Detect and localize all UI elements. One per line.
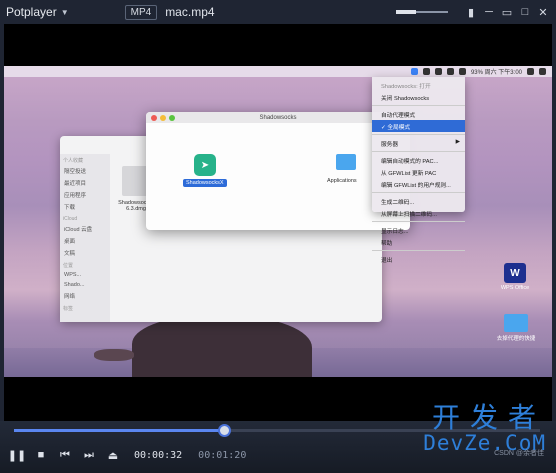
menu-separator bbox=[372, 134, 465, 135]
finder-section-head: 标签 bbox=[63, 306, 74, 312]
title-bar: Potplayer ▼ MP4 mac.mp4 ▮ ─ ▭ □ ✕ bbox=[0, 0, 556, 24]
menu-item[interactable]: 退出 bbox=[372, 253, 465, 265]
list-icon bbox=[539, 68, 546, 75]
menu-item[interactable]: 编辑 GFWList 的用户规则... bbox=[372, 178, 465, 190]
format-badge: MP4 bbox=[124, 4, 158, 20]
menu-item[interactable]: Shadowsocks: 打开 bbox=[372, 79, 465, 91]
finder-item: 桌面 bbox=[64, 239, 76, 245]
desktop-icon-wps: W WPS Office bbox=[494, 263, 536, 291]
ss-app-label: ShadowsocksX bbox=[183, 179, 227, 187]
shadowsocks-tray-icon bbox=[410, 68, 418, 75]
dmg-file-icon bbox=[122, 166, 148, 196]
finder-section-head: 位置 bbox=[63, 263, 74, 269]
mac-menubar: 93% 周六 下午3:00 bbox=[4, 66, 552, 77]
menu-item[interactable]: 从 GFWList 更新 PAC bbox=[372, 166, 465, 178]
finder-item: 应用程序 bbox=[64, 193, 87, 199]
tray-icon bbox=[422, 68, 430, 75]
folder-icon bbox=[504, 314, 528, 332]
stop-icon[interactable]: ■ bbox=[34, 449, 48, 461]
pin-icon[interactable]: ▮ bbox=[462, 3, 480, 21]
menu-separator bbox=[372, 250, 465, 251]
menu-separator bbox=[372, 105, 465, 106]
finder-sidebar: 个人收藏 隔空投送 最近项目 应用程序 下载 iCloud iCloud 云盘 … bbox=[60, 154, 110, 322]
pause-icon[interactable]: ❚❚ bbox=[8, 449, 26, 462]
finder-item: Shado... bbox=[64, 282, 85, 288]
finder-item: WPS... bbox=[64, 272, 82, 278]
video-frame[interactable]: 93% 周六 下午3:00 个人收藏 隔空投送 最近项目 应用程序 下载 iCl… bbox=[4, 66, 552, 377]
desktop-icon-folder: 去掉代理的快捷 bbox=[492, 314, 540, 342]
menubar-clock: 93% 周六 下午3:00 bbox=[470, 70, 522, 76]
menu-item[interactable]: 从屏幕上扫描二维码... bbox=[372, 207, 465, 219]
finder-item: 隔空投送 bbox=[64, 169, 87, 175]
wps-icon: W bbox=[504, 263, 526, 283]
ss-window-title: Shadowsocks bbox=[259, 114, 297, 121]
shadowsocks-dropdown-menu: Shadowsocks: 打开 关闭 Shadowsocks 自动代理模式 ✓ 全局模… bbox=[372, 77, 465, 264]
tray-icon bbox=[446, 68, 454, 75]
next-icon[interactable]: ⏭ bbox=[82, 449, 96, 462]
eject-icon[interactable]: ⏏ bbox=[106, 449, 120, 462]
shadowsocks-window: Shadowsocks ➤ ShadowsocksX Applications bbox=[146, 112, 410, 230]
previous-icon[interactable]: ⏮ bbox=[58, 449, 72, 462]
ss-titlebar: Shadowsocks bbox=[146, 112, 410, 123]
desktop-icon-label: WPS Office bbox=[500, 285, 530, 291]
menu-item[interactable]: 自动代理模式 bbox=[372, 108, 465, 120]
rock-small bbox=[94, 349, 134, 361]
playback-buttons: ❚❚ ■ ⏮ ⏭ ⏏ 00:00:32 00:01:20 bbox=[8, 447, 247, 463]
finder-item: 文稿 bbox=[64, 251, 76, 257]
menu-separator bbox=[372, 151, 465, 152]
menu-item[interactable]: 生成二维码... bbox=[372, 195, 465, 207]
seek-bar-fill bbox=[14, 429, 225, 432]
file-name: mac.mp4 bbox=[165, 5, 215, 19]
ss-folder-label: Applications bbox=[327, 178, 357, 184]
watermark: 开发者 DevZe.CoM CSDN @余者佳 bbox=[423, 401, 546, 458]
finder-section-head: iCloud bbox=[63, 216, 78, 222]
menu-item[interactable]: 显示日志... bbox=[372, 224, 465, 236]
frame-border-right bbox=[552, 24, 556, 421]
paper-plane-icon: ➤ bbox=[194, 154, 216, 176]
seek-thumb[interactable] bbox=[218, 424, 232, 437]
menu-item[interactable]: 关闭 Shadowsocks bbox=[372, 91, 465, 103]
menu-item[interactable]: 帮助 bbox=[372, 236, 465, 248]
title-volume-slider[interactable] bbox=[396, 10, 448, 14]
menu-separator bbox=[372, 221, 465, 222]
chevron-down-icon: ▼ bbox=[60, 7, 69, 17]
current-time: 00:00:32 bbox=[134, 449, 183, 461]
app-menu-button[interactable]: Potplayer ▼ bbox=[0, 5, 69, 19]
desktop-icon-label: 去掉代理的快捷 bbox=[496, 336, 536, 342]
minimize-icon[interactable]: ─ bbox=[480, 3, 498, 21]
window-controls: ▮ ─ ▭ □ ✕ bbox=[396, 0, 552, 24]
restore-icon[interactable]: ▭ bbox=[498, 3, 516, 21]
menu-item[interactable]: 编辑自动模式的 PAC... bbox=[372, 154, 465, 166]
finder-item: 网络 bbox=[64, 294, 76, 300]
finder-item: 最近项目 bbox=[64, 181, 87, 187]
search-icon bbox=[527, 68, 534, 75]
tray-icon bbox=[434, 68, 442, 75]
rock-island bbox=[132, 316, 312, 377]
chevron-right-icon: ▶ bbox=[455, 138, 460, 145]
menu-item[interactable]: ✓ 全局模式 bbox=[372, 120, 465, 132]
maximize-icon[interactable]: □ bbox=[516, 3, 534, 21]
close-icon[interactable]: ✕ bbox=[534, 3, 552, 21]
menu-separator bbox=[372, 192, 465, 193]
menu-item[interactable]: 服务器 ▶ bbox=[372, 137, 465, 149]
folder-icon bbox=[336, 154, 356, 170]
finder-item: iCloud 云盘 bbox=[64, 227, 93, 233]
watermark-credit: CSDN @余者佳 bbox=[494, 450, 544, 457]
finder-section-head: 个人收藏 bbox=[63, 158, 84, 164]
total-time: 00:01:20 bbox=[198, 449, 247, 461]
app-name: Potplayer bbox=[6, 5, 57, 19]
finder-item: 下载 bbox=[64, 205, 76, 211]
letterbox-top bbox=[4, 24, 552, 66]
watermark-cn: 开发者 bbox=[431, 401, 546, 434]
wifi-icon bbox=[458, 68, 466, 75]
